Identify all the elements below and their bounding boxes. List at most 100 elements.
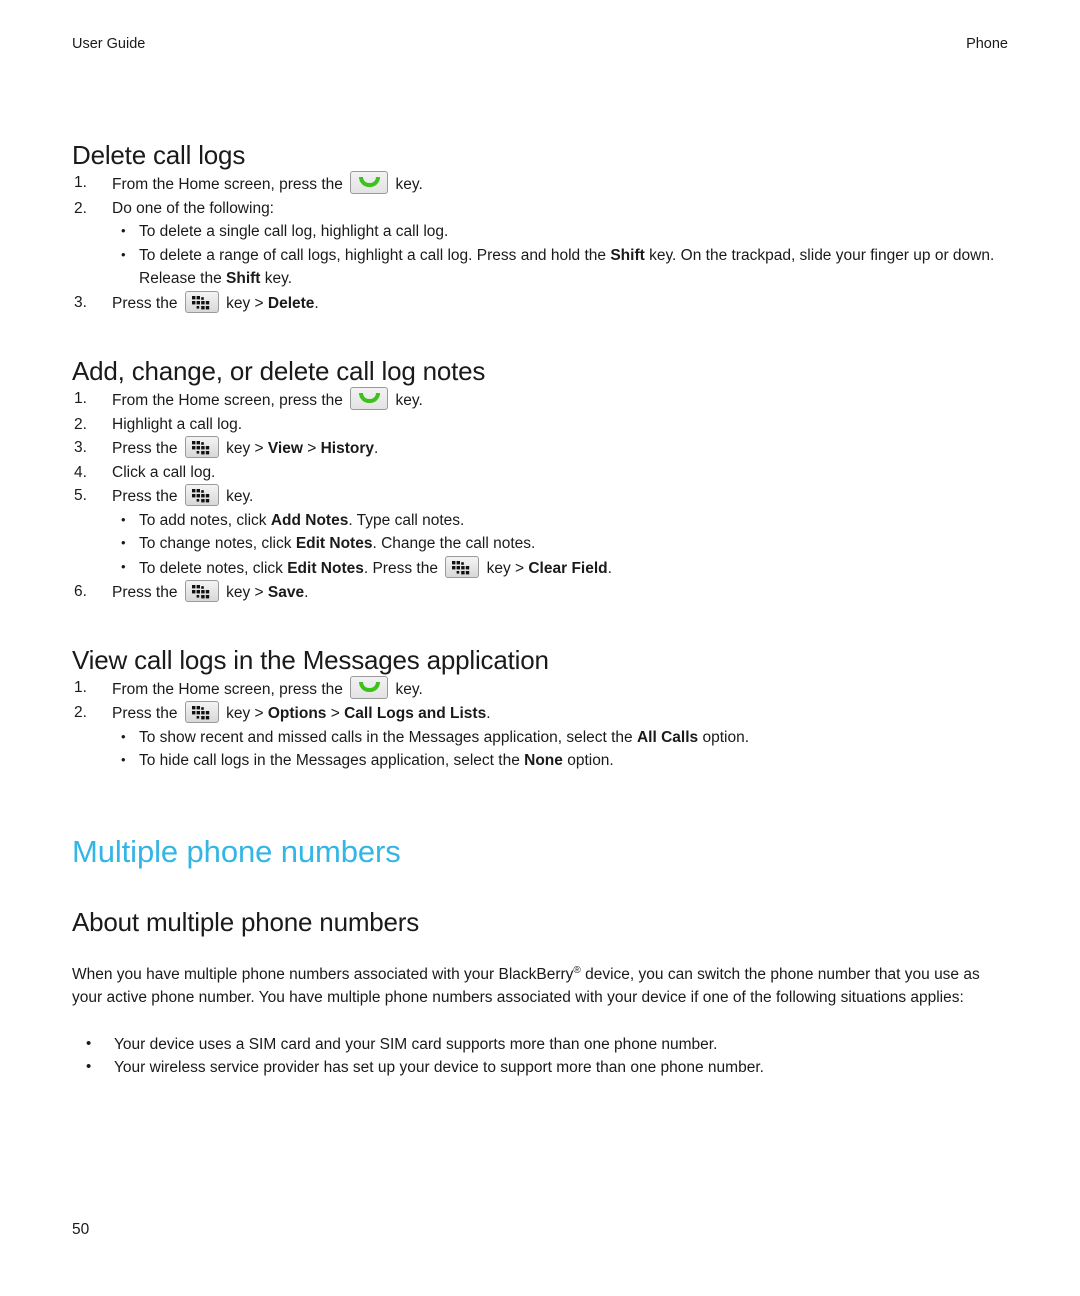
intro-paragraph: When you have multiple phone numbers ass… — [72, 964, 980, 1007]
step-item: 3. Press the key > Delete. — [72, 290, 1008, 316]
menu-key-glyph — [191, 295, 209, 309]
running-head-left: User Guide — [72, 36, 146, 52]
send-call-key-icon — [350, 171, 389, 194]
step-text: Click a call log. — [112, 463, 216, 481]
menu-key-glyph — [191, 489, 209, 503]
emphasis-text: Shift — [226, 270, 261, 287]
intro-paragraph-wrap: When you have multiple phone numbers ass… — [72, 959, 1008, 1010]
send-call-key-icon — [350, 675, 389, 699]
step-number: 1. — [74, 390, 87, 407]
step-number: 5. — [74, 487, 87, 504]
emphasis-text: All Calls — [636, 728, 699, 746]
menu-key-glyph — [191, 585, 209, 599]
chapter-title: Multiple phone numbers — [72, 833, 401, 869]
step-text: From the Home screen, press the key. — [112, 387, 423, 410]
step-item: 2. Highlight a call log. — [72, 413, 1008, 437]
situations-bullet-list: Your device uses a SIM card and your SIM… — [80, 1032, 1008, 1080]
step-text: Highlight a call log. — [112, 415, 243, 433]
step-item: 1. From the Home screen, press the key. — [72, 675, 1008, 702]
step-number: 1. — [74, 678, 87, 696]
step-text: Press the key > Delete. — [112, 290, 319, 313]
bullet-item: To show recent and missed calls in the M… — [112, 725, 1008, 750]
sub-bullet-wrapper: To add notes, click Add Notes. Type call… — [72, 508, 1008, 581]
numbered-step-list: 1. From the Home screen, press the key. 2.… — [72, 387, 1008, 605]
send-key-glyph — [359, 177, 381, 187]
step-number: 2. — [74, 704, 87, 721]
bullet-item: To add notes, click Add Notes. Type call… — [112, 508, 1008, 533]
step-number: 2. — [74, 199, 87, 217]
step-item: 5. Press the key. — [72, 484, 1008, 509]
step-number: 2. — [74, 415, 87, 433]
bullet-item: To change notes, click Edit Notes. Chang… — [112, 531, 1008, 556]
section-block: Delete call logs 1. From the Home screen, … — [72, 140, 1008, 315]
menu-key-glyph — [452, 560, 470, 574]
situations-list-wrap: Your device uses a SIM card and your SIM… — [72, 1032, 1008, 1080]
emphasis-text: Edit Notes — [287, 559, 364, 577]
step-text: Press the key > Save. — [112, 580, 308, 602]
step-item: 3. Press the key > View > History. — [72, 436, 1008, 461]
running-head-right: Phone — [966, 36, 1008, 52]
section-add-change-delete-call-log-notes: Add, change, or delete call log notes 1. F… — [72, 356, 1008, 605]
bullet-list: To add notes, click Add Notes. Type call… — [112, 508, 1008, 581]
menu-key-glyph — [191, 706, 209, 720]
numbered-step-list: 1. From the Home screen, press the key. 2.… — [72, 675, 1008, 773]
emphasis-text: Call Logs and Lists — [344, 705, 487, 722]
step-text: From the Home screen, press the key. — [112, 171, 423, 194]
bullet-item: To delete a single call log, highlight a… — [112, 219, 1008, 244]
step-text: From the Home screen, press the key. — [112, 675, 423, 699]
step-text: Press the key > Options > Call Logs and … — [112, 701, 491, 723]
section-delete-call-logs: Delete call logs 1. From the Home screen, … — [72, 140, 1008, 315]
about-multiple-phone-numbers-block: About multiple phone numbers — [72, 907, 1008, 938]
step-text: Do one of the following: — [112, 199, 274, 217]
section-block: View call logs in the Messages applicati… — [72, 645, 1008, 773]
running-head: User Guide Phone — [72, 0, 1008, 52]
emphasis-text: Add Notes — [270, 511, 349, 529]
blackberry-menu-key-icon — [184, 436, 219, 458]
step-text: Press the key > View > History. — [112, 436, 378, 458]
step-item: 1. From the Home screen, press the key. — [72, 171, 1008, 197]
numbered-step-list: 1. From the Home screen, press the key. 2.… — [72, 171, 1008, 315]
step-number: 3. — [74, 439, 87, 456]
step-number: 1. — [74, 174, 87, 191]
menu-key-glyph — [191, 441, 209, 455]
sub-bullet-wrapper: To delete a single call log, highlight a… — [72, 219, 1008, 291]
step-item: 2. Do one of the following: — [72, 197, 1008, 221]
emphasis-text: Save — [267, 584, 305, 601]
section-heading: Delete call logs — [72, 140, 246, 170]
step-item: 4. Click a call log. — [72, 461, 1008, 485]
step-item: 2. Press the key > Options > Call Logs an… — [72, 701, 1008, 726]
blackberry-menu-key-icon — [184, 484, 219, 506]
emphasis-text: None — [524, 752, 563, 769]
step-number: 6. — [74, 583, 87, 600]
emphasis-text: Options — [267, 705, 327, 722]
blackberry-menu-key-icon — [184, 580, 219, 602]
emphasis-text: Clear Field — [528, 559, 608, 577]
bullet-item: To hide call logs in the Messages applic… — [112, 748, 1008, 773]
section-heading: About multiple phone numbers — [72, 906, 420, 937]
document-page: User Guide Phone Delete call logs 1. From … — [0, 0, 1080, 1296]
bullet-list: To delete a single call log, highlight a… — [112, 219, 1008, 291]
emphasis-text: Shift — [610, 246, 645, 264]
emphasis-text: Delete — [267, 294, 315, 312]
section-heading: View call logs in the Messages applicati… — [72, 644, 549, 675]
sub-bullet-wrapper: To show recent and missed calls in the M… — [72, 725, 1008, 773]
step-item: 1. From the Home screen, press the key. — [72, 387, 1008, 413]
bullet-item: Your wireless service provider has set u… — [80, 1055, 1008, 1080]
blackberry-menu-key-icon — [445, 555, 480, 578]
step-item: 6. Press the key > Save. — [72, 580, 1008, 605]
emphasis-text: Edit Notes — [295, 535, 373, 552]
blackberry-menu-key-icon — [184, 701, 219, 723]
bullet-item: To delete notes, click Edit Notes. Press… — [112, 555, 1008, 581]
section-block: Add, change, or delete call log notes 1. F… — [72, 356, 1008, 605]
bullet-list: To show recent and missed calls in the M… — [112, 725, 1008, 773]
chapter-multiple-phone-numbers: Multiple phone numbers — [72, 834, 1008, 870]
send-key-glyph — [359, 393, 381, 403]
step-text: Press the key. — [112, 484, 253, 506]
bullet-item: Your device uses a SIM card and your SIM… — [80, 1032, 1008, 1057]
emphasis-text: View — [267, 440, 303, 457]
send-call-key-icon — [350, 387, 389, 410]
emphasis-text: History — [320, 440, 374, 457]
blackberry-menu-key-icon — [184, 290, 219, 313]
section-heading: Add, change, or delete call log notes — [72, 356, 486, 386]
step-number: 4. — [74, 463, 87, 481]
